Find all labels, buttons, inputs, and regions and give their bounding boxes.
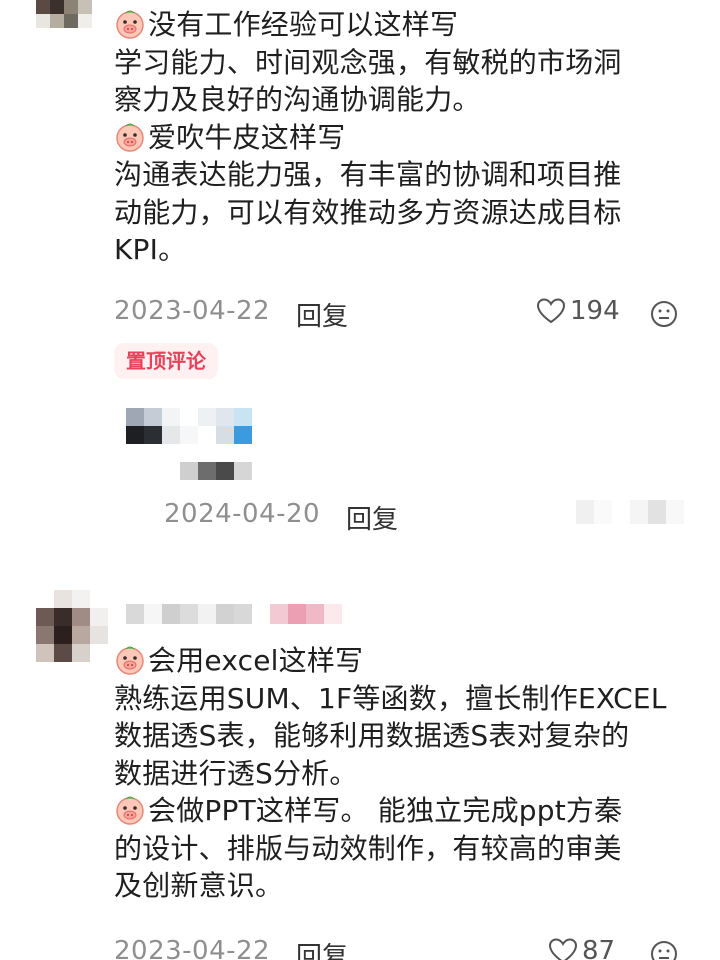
avatar[interactable] bbox=[126, 408, 252, 444]
pig-face-icon bbox=[116, 10, 144, 39]
pinned-badge: 置顶评论 bbox=[114, 343, 218, 379]
reply-button[interactable]: 回复 bbox=[296, 936, 348, 960]
comment-line: 及创新意识。 bbox=[114, 869, 284, 902]
comment-line: 沟通表达能力强，有丰富的协调和项目推 bbox=[114, 158, 622, 191]
avatar[interactable] bbox=[36, 590, 108, 662]
like-count: 194 bbox=[570, 296, 620, 326]
like-button[interactable]: 194 bbox=[536, 296, 620, 326]
comment-text: 没有工作经验可以这样写 bbox=[148, 8, 459, 41]
like-button[interactable]: 87 bbox=[548, 936, 615, 960]
dislike-face-icon[interactable] bbox=[650, 300, 678, 328]
avatar[interactable] bbox=[36, 0, 92, 28]
reply-username bbox=[180, 462, 252, 480]
dislike-face-icon[interactable] bbox=[650, 940, 678, 960]
comment-line: KPI。 bbox=[114, 233, 187, 266]
comment-line: 会用excel这样写 bbox=[114, 642, 667, 680]
comment-line: 数据进行透S分析。 bbox=[114, 756, 358, 790]
heart-icon bbox=[536, 298, 566, 324]
comment-line: 动能力，可以有效推动多方资源达成目标 bbox=[114, 195, 622, 229]
comment-line: 学习能力、时间观念强，有敏税的市场洞 bbox=[114, 45, 622, 79]
comment-line: 察力及良好的沟通协调能力。 bbox=[114, 83, 481, 116]
comment-line: 没有工作经验可以这样写 bbox=[114, 6, 622, 44]
comment-line: 数据透S表，能够利用数据透S表对复杂的 bbox=[114, 719, 630, 752]
comment-line: 的设计、排版与动效制作，有较高的审美 bbox=[114, 831, 622, 865]
pig-face-icon bbox=[116, 123, 144, 152]
reply-date: 2024-04-20 bbox=[164, 499, 321, 529]
comment-username bbox=[126, 604, 342, 624]
comment-line: 熟练运用SUM、1F等函数，擅长制作EXCEL bbox=[114, 681, 667, 715]
comment-text: 会做PPT这样写。 能独立完成ppt方秦 bbox=[148, 794, 623, 827]
comment-text: 会用excel这样写 bbox=[148, 644, 364, 677]
comment-date: 2023-04-22 bbox=[114, 296, 271, 326]
censored-actions bbox=[576, 500, 684, 524]
reply-button[interactable]: 回复 bbox=[296, 296, 348, 333]
comment-line: 爱吹牛皮这样写 bbox=[114, 119, 622, 157]
comment-text: 爱吹牛皮这样写 bbox=[148, 120, 346, 154]
reply-button[interactable]: 回复 bbox=[346, 499, 398, 536]
comment-date: 2023-04-22 bbox=[114, 936, 271, 960]
comment-body: 会用excel这样写 熟练运用SUM、1F等函数，擅长制作EXCEL 数据透S表… bbox=[114, 642, 667, 905]
pig-face-icon bbox=[116, 646, 144, 675]
heart-icon bbox=[548, 938, 578, 960]
like-count: 87 bbox=[582, 936, 616, 960]
comment-line: 会做PPT这样写。 能独立完成ppt方秦 bbox=[114, 792, 667, 830]
comment-body: 没有工作经验可以这样写 学习能力、时间观念强，有敏税的市场洞 察力及良好的沟通协… bbox=[114, 6, 622, 269]
pig-face-icon bbox=[116, 796, 144, 825]
